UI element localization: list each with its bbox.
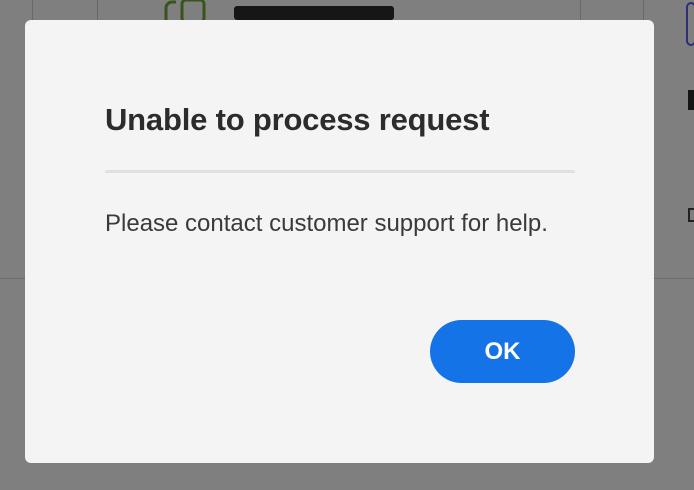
dialog-message: Please contact customer support for help… bbox=[105, 210, 548, 237]
dialog-divider bbox=[105, 170, 575, 173]
ok-button[interactable]: OK bbox=[430, 320, 575, 383]
dialog-title: Unable to process request bbox=[105, 102, 490, 137]
error-dialog: Unable to process request Please contact… bbox=[25, 20, 654, 463]
